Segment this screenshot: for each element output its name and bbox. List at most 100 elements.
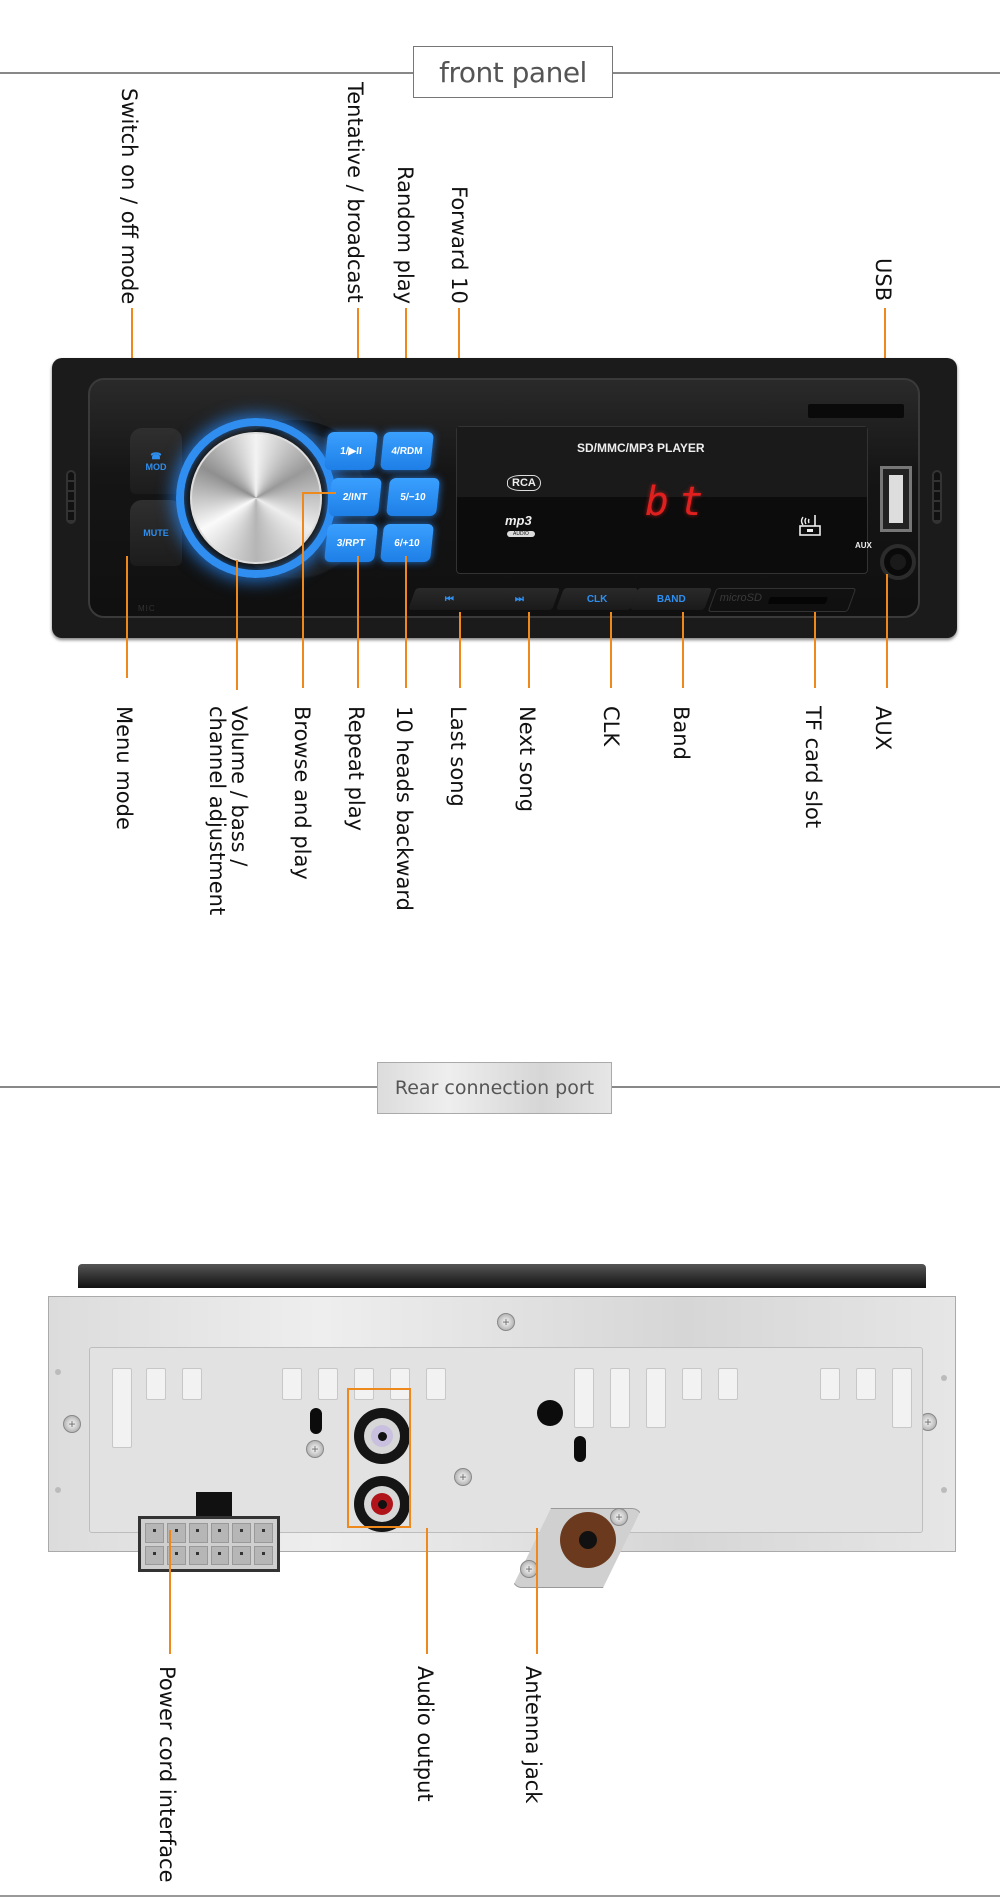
prev-track-button[interactable]: ⏮ <box>407 588 491 610</box>
vent-slot <box>574 1368 594 1428</box>
preset-button-4[interactable]: 4/RDM <box>380 432 434 470</box>
preset-button-5[interactable]: 5/−10 <box>386 478 440 516</box>
aux-vertical-label: AUX <box>855 541 872 550</box>
vent-slot <box>146 1368 166 1400</box>
mod-button-label: MOD <box>145 461 167 472</box>
clk-button[interactable]: CLK <box>555 588 639 610</box>
preset-button-3[interactable]: 3/RPT <box>324 524 378 562</box>
leader-browse-h <box>302 492 336 494</box>
usb-port[interactable] <box>880 466 912 532</box>
label-browse-play: Browse and play <box>290 706 315 880</box>
label-band: Band <box>669 706 694 760</box>
rca-logo: RCA <box>507 475 541 491</box>
front-panel-heading: front panel <box>413 46 613 98</box>
leader-aux <box>886 574 888 688</box>
label-power-cord: Power cord interface <box>155 1666 180 1883</box>
leader-repeat <box>357 556 359 688</box>
rear-connection-heading: Rear connection port <box>377 1062 612 1114</box>
left-vent <box>66 470 76 524</box>
audio-output-highlight <box>347 1388 411 1528</box>
leader-menu-mode <box>126 556 128 678</box>
leader-last-song <box>459 612 461 688</box>
screw-mount: + <box>306 1440 324 1458</box>
band-button[interactable]: BAND <box>629 588 713 610</box>
lcd-display: SD/MMC/MP3 PLAYER RCA mp3 AUDIO bt AUX <box>456 426 872 574</box>
label-antenna-jack: Antenna jack <box>521 1666 546 1804</box>
mute-button[interactable]: MUTE <box>130 500 182 566</box>
rivet <box>55 1487 61 1493</box>
label-audio-output: Audio output <box>413 1666 438 1802</box>
car-stereo-rear: + + + + + + + <box>48 1296 956 1588</box>
label-switch-mode: Switch on / off mode <box>117 88 142 305</box>
preset-button-1[interactable]: 1/▶II <box>324 432 378 470</box>
vent-slot <box>718 1368 738 1400</box>
mount-hole <box>310 1408 322 1434</box>
label-next-song: Next song <box>515 706 540 813</box>
next-track-button[interactable]: ⏭ <box>477 588 561 610</box>
vent-slot <box>610 1368 630 1428</box>
label-tentative-broadcast: Tentative / broadcast <box>343 82 368 303</box>
mount-hole <box>574 1436 586 1462</box>
right-vent <box>932 470 942 524</box>
power-connector[interactable] <box>138 1516 280 1572</box>
vent-slot <box>112 1368 132 1448</box>
screw-top: + <box>497 1313 515 1331</box>
label-clk: CLK <box>599 706 624 747</box>
rear-chassis-top <box>78 1264 926 1288</box>
segment-readout: bt <box>645 479 714 525</box>
label-menu-mode: Menu mode <box>112 706 137 830</box>
leader-next-song <box>528 612 530 688</box>
tf-card-slot[interactable] <box>767 597 829 604</box>
leader-audio <box>426 1528 428 1654</box>
preset-button-6[interactable]: 6/+10 <box>380 524 434 562</box>
rivet <box>941 1375 947 1381</box>
label-random-play: Random play <box>393 166 418 305</box>
label-aux: AUX <box>871 706 896 751</box>
microsd-label: microSD <box>719 592 762 604</box>
faceplate: ☎ MOD MUTE MIC 1/▶II 2/INT 3/RPT 4/RDM 5… <box>88 378 920 618</box>
rear-plate: + + + + <box>89 1347 923 1588</box>
microsd-slot-area: microSD <box>707 588 857 612</box>
ground-screw: + <box>454 1468 472 1486</box>
mount-hole <box>537 1400 563 1426</box>
label-backward-10: 10 heads backward <box>392 706 417 911</box>
label-forward-10: Forward 10 <box>447 186 472 304</box>
vent-slot <box>282 1368 302 1400</box>
label-volume: Volume / bass / channel adjustment <box>205 706 252 916</box>
mod-button[interactable]: ☎ MOD <box>130 428 182 494</box>
vent-slot <box>856 1368 876 1400</box>
car-stereo-front: ☎ MOD MUTE MIC 1/▶II 2/INT 3/RPT 4/RDM 5… <box>52 358 957 638</box>
label-last-song: Last song <box>446 706 471 807</box>
leader-tf-slot <box>814 612 816 688</box>
mp3-audio-badge: AUDIO <box>507 531 535 537</box>
leader-antenna <box>536 1528 538 1654</box>
vent-slot <box>820 1368 840 1400</box>
vent-slot <box>426 1368 446 1400</box>
leader-browse <box>302 492 304 688</box>
phone-icon: ☎ <box>150 450 162 461</box>
antenna-jack[interactable] <box>560 1512 616 1568</box>
screw-left: + <box>63 1415 81 1433</box>
vent-slot <box>182 1368 202 1400</box>
vent-slot <box>318 1368 338 1400</box>
next-track-icon: ⏭ <box>514 593 524 605</box>
label-tf-card-slot: TF card slot <box>801 706 826 829</box>
leader-volume <box>236 560 238 690</box>
bluetooth-signal-icon <box>797 511 823 537</box>
rivet <box>55 1369 61 1375</box>
label-repeat-play: Repeat play <box>344 706 369 832</box>
prev-track-icon: ⏮ <box>444 593 454 605</box>
vent-slot <box>892 1368 912 1428</box>
preset-button-2[interactable]: 2/INT <box>328 478 382 516</box>
vent-slot <box>682 1368 702 1400</box>
mic-label: MIC <box>138 604 156 613</box>
leader-backward-10 <box>405 556 407 688</box>
mute-button-label: MUTE <box>143 528 169 538</box>
vent-slot <box>646 1368 666 1428</box>
label-usb: USB <box>871 258 896 302</box>
connector-latch <box>196 1492 232 1518</box>
mp3-logo: mp3 <box>505 513 532 528</box>
leader-power <box>169 1530 171 1654</box>
leader-clk <box>610 612 612 688</box>
leader-band <box>682 612 684 688</box>
